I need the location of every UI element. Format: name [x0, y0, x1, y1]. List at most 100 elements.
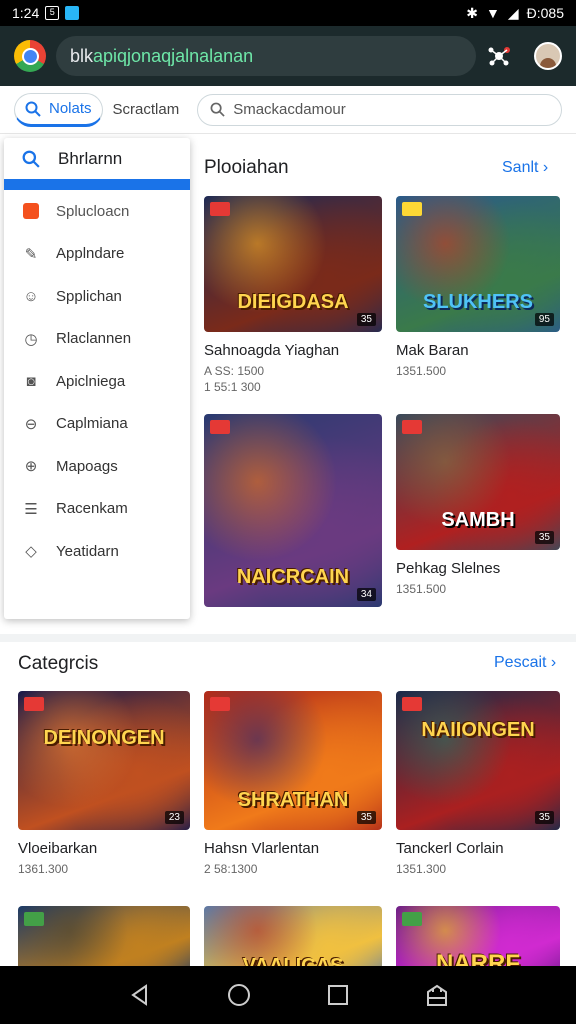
tab-nolats[interactable]: Nolats	[14, 92, 103, 127]
game-art-title: SAMBH	[441, 509, 515, 531]
bluetooth-icon: ✱	[466, 4, 478, 21]
game-title: Sahnoagda Yiaghan	[204, 342, 340, 359]
game-meta: 1 55:1 300	[204, 380, 261, 394]
search-icon	[22, 150, 40, 168]
app-square-icon	[22, 202, 40, 220]
game-meta: A SS: 1500	[204, 364, 265, 378]
drawer-item[interactable]: ◇ Yeatidarn	[4, 530, 190, 573]
back-icon[interactable]	[127, 982, 153, 1008]
see-all-categories[interactable]: Pescait ›	[494, 654, 556, 672]
edit-icon: ✎	[24, 245, 38, 263]
game-card[interactable]: NAICRCAIN 34	[204, 414, 382, 607]
drawer-item[interactable]: ☺ Spplichan	[4, 275, 190, 318]
search-input[interactable]: Smackacdamour	[197, 93, 562, 126]
drawer-item-label: Caplmiana	[56, 415, 128, 433]
chrome-logo-icon[interactable]	[14, 40, 46, 72]
tag-icon	[24, 697, 44, 711]
profile-avatar[interactable]	[534, 42, 562, 70]
game-card[interactable]: SAMBH 35 Pehkag Slelnes 1351.500	[396, 414, 560, 597]
category-card[interactable]: NAIIONGEN 35 Tanckerl Corlain 1351.300	[396, 691, 560, 877]
drawer-header-label: Bhrlarnn	[58, 148, 123, 168]
status-time: 1:24	[12, 5, 40, 21]
drawer-item[interactable]: Splucloacn	[4, 190, 190, 233]
extensions-icon[interactable]	[486, 43, 512, 69]
drawer-item-label: Rlaclannen	[56, 330, 132, 348]
smile-icon: ☺	[23, 287, 39, 305]
drawer-item[interactable]: ⊕ Mapoags	[4, 445, 190, 488]
drawer-item[interactable]: ◙ Apiclniega	[4, 360, 190, 403]
url-domain: apiqjonaqjalnalanan	[93, 45, 254, 66]
game-meta: 1351.300	[396, 862, 447, 876]
tag-icon	[402, 202, 422, 216]
section-divider	[0, 634, 576, 642]
rating-badge: 35	[356, 313, 376, 326]
game-meta: 2 58:1300	[204, 862, 258, 876]
url-prefix: blk	[70, 45, 94, 66]
game-meta: 1361.300	[18, 862, 69, 876]
home-icon[interactable]	[226, 982, 252, 1008]
section-title-categories: Categrcis	[18, 653, 99, 674]
clock-icon: ◷	[24, 330, 38, 348]
search-placeholder: Smackacdamour	[233, 101, 346, 118]
game-meta: 1351.500	[396, 364, 447, 378]
drawer-item[interactable]: ✎ Applndare	[4, 233, 190, 276]
rating-badge: 34	[356, 588, 376, 601]
section-title-popular: Plooiahan	[204, 157, 289, 178]
tag-icon	[210, 420, 230, 434]
wifi-icon: ▼	[486, 5, 500, 21]
drawer-item-label: Yeatidarn	[56, 542, 119, 560]
search-icon	[25, 101, 41, 117]
game-art-title: SLUKHERS	[422, 291, 533, 313]
game-art-title: NAICRCAIN	[236, 566, 350, 588]
tab-label: Nolats	[49, 100, 92, 117]
tag-icon	[402, 912, 422, 926]
rating-badge: 35	[356, 811, 376, 824]
system-nav-bar	[0, 966, 576, 1024]
camera-icon: ◙	[26, 372, 36, 390]
tag-icon	[402, 697, 422, 711]
game-art-title: SHRATHAN	[237, 789, 349, 811]
tab-scractlam[interactable]: Scractlam	[103, 93, 190, 127]
game-thumbnail: DIEIGDASA 35	[204, 196, 382, 332]
drawer-item[interactable]: ⊖ Caplmiana	[4, 403, 190, 446]
drawer-item-label: Splucloacn	[56, 202, 130, 220]
recents-icon[interactable]	[325, 982, 351, 1008]
drawer-item-label: Applndare	[56, 245, 125, 263]
see-all-label: Sanlt	[502, 159, 539, 176]
rating-badge: 95	[534, 313, 554, 326]
search-icon	[210, 102, 225, 117]
drawer-item[interactable]: ◷ Rlaclannen	[4, 318, 190, 361]
store-icon[interactable]	[424, 982, 450, 1008]
game-card[interactable]: SLUKHERS 95 Mak Baran 1351.500	[396, 196, 560, 379]
rating-badge: 23	[164, 811, 184, 824]
url-bar[interactable]: blk apiqjonaqjalnalanan	[56, 36, 476, 76]
drawer-item-label: Mapoags	[56, 457, 118, 475]
game-art-title: DEINONGEN	[43, 727, 165, 749]
tab-bar: Nolats Scractlam Smackacdamour	[0, 86, 576, 134]
game-title: Mak Baran	[396, 342, 469, 359]
drawer-header[interactable]: Bhrlarnn	[4, 138, 190, 190]
game-art-title: DIEIGDASA	[237, 291, 349, 313]
drawer-item-label: Apiclniega	[56, 372, 126, 390]
game-title: Tanckerl Corlain	[396, 840, 504, 857]
tab-label: Scractlam	[112, 101, 180, 118]
drawer-item[interactable]: ☰ Racenkam	[4, 488, 190, 531]
tag-icon: ◇	[25, 543, 37, 561]
rating-badge: 35	[534, 811, 554, 824]
game-art-title: NAIIONGEN	[421, 719, 535, 741]
see-all-popular[interactable]: Sanlt ›	[502, 159, 548, 177]
tag-icon	[210, 202, 230, 216]
category-card[interactable]: DEINONGEN 23 Vloeibarkan 1361.300	[18, 691, 190, 877]
game-title: Pehkag Slelnes	[396, 560, 501, 577]
tag-icon	[210, 697, 230, 711]
game-thumbnail: SLUKHERS 95	[396, 196, 560, 332]
category-card[interactable]: SHRATHAN 35 Hahsn Vlarlentan 2 58:1300	[204, 691, 382, 877]
tag-icon	[402, 420, 422, 434]
game-card[interactable]: DIEIGDASA 35 Sahnoagda Yiaghan A SS: 150…	[204, 196, 382, 395]
game-thumbnail: SHRATHAN 35	[204, 691, 382, 830]
see-all-label: Pescait	[494, 654, 547, 671]
game-title: Hahsn Vlarlentan	[204, 840, 320, 857]
game-thumbnail: SAMBH 35	[396, 414, 560, 550]
signal-icon: ◢	[507, 4, 519, 21]
browser-toolbar: blk apiqjonaqjalnalanan	[0, 26, 576, 86]
